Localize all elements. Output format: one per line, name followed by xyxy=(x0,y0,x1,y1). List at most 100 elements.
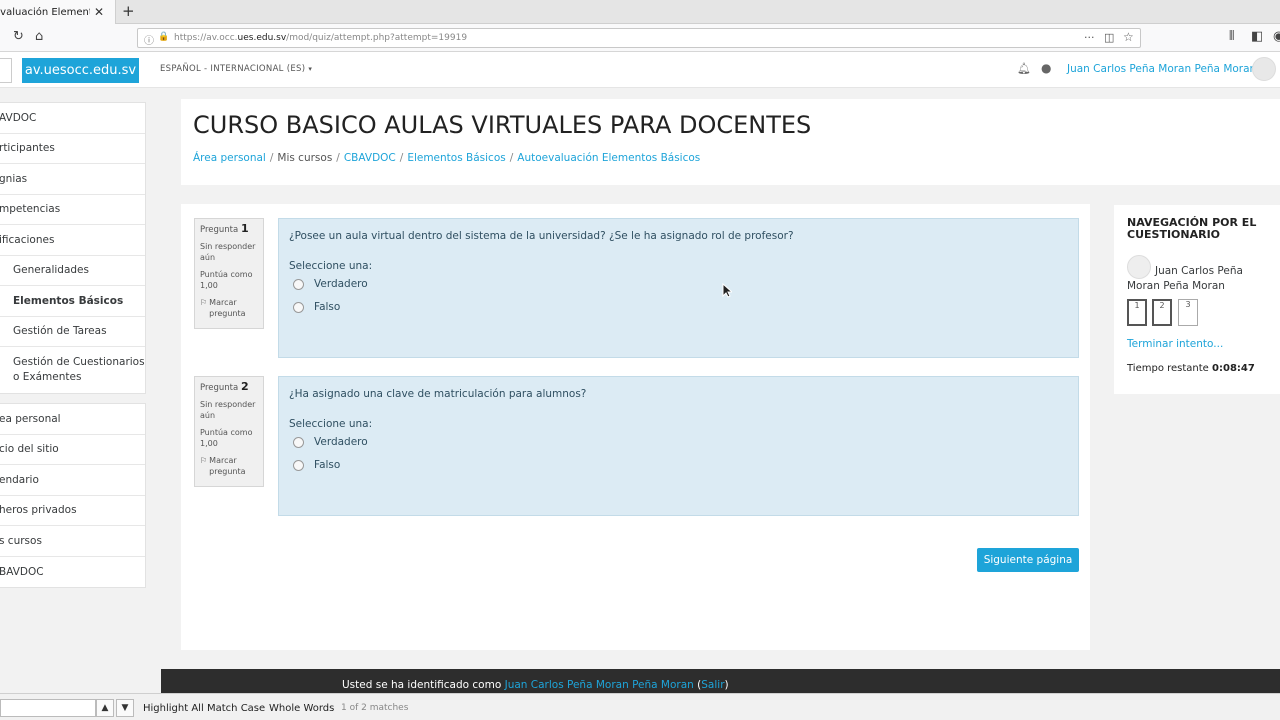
question-text: ¿Posee un aula virtual dentro del sistem… xyxy=(289,230,794,242)
next-page-button[interactable]: Siguiente página xyxy=(977,548,1079,572)
sidebar-item-label: s cursos xyxy=(0,534,42,547)
answer-option[interactable]: Falso xyxy=(293,301,340,313)
page-title: CURSO BASICO AULAS VIRTUALES PARA DOCENT… xyxy=(193,111,812,139)
sidebar-item-label: ificaciones xyxy=(0,233,55,246)
lock-icon: 🔒 xyxy=(158,32,170,42)
more-icon[interactable]: ··· xyxy=(1084,31,1095,44)
sidebar-item[interactable]: rticipantes xyxy=(0,134,145,164)
question-content: ¿Posee un aula virtual dentro del sistem… xyxy=(278,218,1079,358)
flag-question-link[interactable]: ⚐ Marcar pregunta xyxy=(200,455,258,477)
radio-button[interactable] xyxy=(293,459,304,471)
breadcrumb-item: Mis cursos xyxy=(277,152,333,164)
home-icon[interactable]: ⌂ xyxy=(35,29,43,44)
bookmark-star-icon[interactable]: ☆ xyxy=(1123,30,1134,44)
answer-prompt: Seleccione una: xyxy=(289,260,373,272)
breadcrumb-separator: / xyxy=(399,152,404,164)
radio-button[interactable] xyxy=(293,278,304,290)
sidebar-item[interactable]: Elementos Básicos xyxy=(0,286,145,317)
pocket-icon[interactable]: ◫ xyxy=(1104,31,1114,44)
sidebar-nav-item[interactable]: cio del sitio xyxy=(0,435,145,465)
site-nav-block: ea personal cio del sitio endario heros pri… xyxy=(0,403,146,588)
sidebar-item[interactable]: AVDOC xyxy=(0,103,145,134)
url-text: https://av.occ.ues.edu.sv/mod/quiz/attem… xyxy=(174,33,468,43)
breadcrumb-item[interactable]: Autoevaluación Elementos Básicos xyxy=(517,152,700,164)
finish-attempt-link[interactable]: Terminar intento... xyxy=(1127,338,1223,350)
library-icon[interactable]: ⫴ xyxy=(1229,29,1234,44)
sidebar-item-label: endario xyxy=(0,473,39,486)
breadcrumb-item[interactable]: CBAVDOC xyxy=(344,152,396,164)
sidebar-nav-item[interactable]: BAVDOC xyxy=(0,557,145,588)
account-icon[interactable]: ◉ xyxy=(1273,29,1280,44)
question-number: Pregunta 1 xyxy=(200,222,249,235)
url-bar[interactable]: ⓘ 🔒 https://av.occ.ues.edu.sv/mod/quiz/a… xyxy=(137,28,1141,48)
radio-button[interactable] xyxy=(293,436,304,448)
breadcrumb-separator: / xyxy=(509,152,514,164)
course-nav-block: AVDOC rticipantes gnias mpetencias ificacion… xyxy=(0,102,146,394)
sidebar-item-label: BAVDOC xyxy=(0,565,44,578)
flag-question-link[interactable]: ⚐ Marcar pregunta xyxy=(200,297,258,319)
radio-button[interactable] xyxy=(293,301,304,313)
messages-icon[interactable]: ● xyxy=(1041,61,1051,75)
answer-option-label: Verdadero xyxy=(314,436,368,448)
question-info: Pregunta 2 Sin responder aún Puntúa como 1… xyxy=(194,376,264,487)
sidebar-nav-item[interactable]: s cursos xyxy=(0,526,145,557)
sidebar-item[interactable]: gnias xyxy=(0,164,145,195)
browser-tab[interactable]: evaluación Elemento ✕ xyxy=(0,0,116,24)
sidebar-item-label: Elementos Básicos xyxy=(13,294,124,307)
match-case-toggle[interactable]: Match Case xyxy=(207,703,265,714)
find-previous-button[interactable]: ▲ xyxy=(96,699,114,717)
sidebar-toggle-icon[interactable]: ◧ xyxy=(1251,29,1263,44)
user-menu-name[interactable]: Juan Carlos Peña Moran Peña Moran xyxy=(1067,63,1256,75)
quiz-nav-title: NAVEGACIÓN POR EL CUESTIONARIO xyxy=(1127,216,1257,241)
sidebar-item-label: mpetencias xyxy=(0,203,61,216)
browser-nav-bar: ↻ ⌂ ⓘ 🔒 https://av.occ.ues.edu.sv/mod/qu… xyxy=(0,24,1280,52)
sidebar-item-label: ea personal xyxy=(0,412,61,425)
answer-option[interactable]: Falso xyxy=(293,459,340,471)
sidebar-item[interactable]: ificaciones xyxy=(0,225,145,256)
sidebar-item[interactable]: mpetencias xyxy=(0,195,145,225)
drawer-toggle[interactable] xyxy=(0,58,12,83)
reload-icon[interactable]: ↻ xyxy=(13,29,24,44)
breadcrumb-item[interactable]: Elementos Básicos xyxy=(407,152,505,164)
quiz-page-button-1[interactable]: 1 xyxy=(1127,299,1147,326)
sidebar-nav-item[interactable]: endario xyxy=(0,465,145,496)
sidebar-nav-item[interactable]: ea personal xyxy=(0,404,145,435)
whole-words-toggle[interactable]: Whole Words xyxy=(269,703,334,714)
logout-link[interactable]: Salir xyxy=(701,679,724,691)
sidebar-item-label: rticipantes xyxy=(0,142,55,155)
time-remaining: Tiempo restante 0:08:47 xyxy=(1127,363,1255,374)
sidebar-item-label: cio del sitio xyxy=(0,443,59,456)
sidebar-item[interactable]: Generalidades xyxy=(0,256,145,286)
notification-bell-icon[interactable]: 🔔︎ xyxy=(1017,62,1031,75)
sidebar-item-label: Gestión de Tareas xyxy=(13,325,107,338)
tab-close-icon[interactable]: ✕ xyxy=(94,5,104,19)
flag-icon: ⚐ xyxy=(200,456,208,465)
answer-option[interactable]: Verdadero xyxy=(293,436,368,448)
quiz-page-button-2[interactable]: 2 xyxy=(1152,299,1172,326)
sidebar-item-label: Gestión de Cuestionarios o Exámentes xyxy=(13,356,145,383)
breadcrumb-item[interactable]: Área personal xyxy=(193,152,266,164)
quiz-page-button-3[interactable]: 3 xyxy=(1178,299,1198,326)
sidebar-item-label: AVDOC xyxy=(0,111,37,124)
sidebar-item[interactable]: Gestión de Cuestionarios o Exámentes xyxy=(0,347,145,393)
answer-option-label: Falso xyxy=(314,301,341,313)
quiz-nav-user: Juan Carlos Peña Moran Peña Moran xyxy=(1127,265,1243,292)
site-brand[interactable]: av.uesocc.edu.sv xyxy=(22,58,139,83)
footer-user-link[interactable]: Juan Carlos Peña Moran Peña Moran xyxy=(505,679,694,691)
language-menu[interactable]: ESPAÑOL - INTERNACIONAL (ES) ▾ xyxy=(160,64,312,74)
info-icon[interactable]: ⓘ xyxy=(144,32,154,47)
find-input[interactable] xyxy=(0,699,96,717)
sidebar-nav-item[interactable]: heros privados xyxy=(0,496,145,526)
sidebar-item[interactable]: Gestión de Tareas xyxy=(0,317,145,347)
answer-option-label: Verdadero xyxy=(314,278,368,290)
question-number: Pregunta 2 xyxy=(200,380,249,393)
question-info: Pregunta 1 Sin responder aún Puntúa como 1… xyxy=(194,218,264,329)
new-tab-button[interactable]: + xyxy=(122,2,135,20)
user-avatar[interactable] xyxy=(1252,57,1276,81)
highlight-all-toggle[interactable]: Highlight All xyxy=(143,703,204,714)
find-next-button[interactable]: ▼ xyxy=(116,699,134,717)
footer-login-info: Usted se ha identificado como Juan Carlo… xyxy=(342,679,729,691)
answer-prompt: Seleccione una: xyxy=(289,418,373,430)
answer-option[interactable]: Verdadero xyxy=(293,278,368,290)
site-header: av.uesocc.edu.sv ESPAÑOL - INTERNACIONAL… xyxy=(0,52,1280,88)
